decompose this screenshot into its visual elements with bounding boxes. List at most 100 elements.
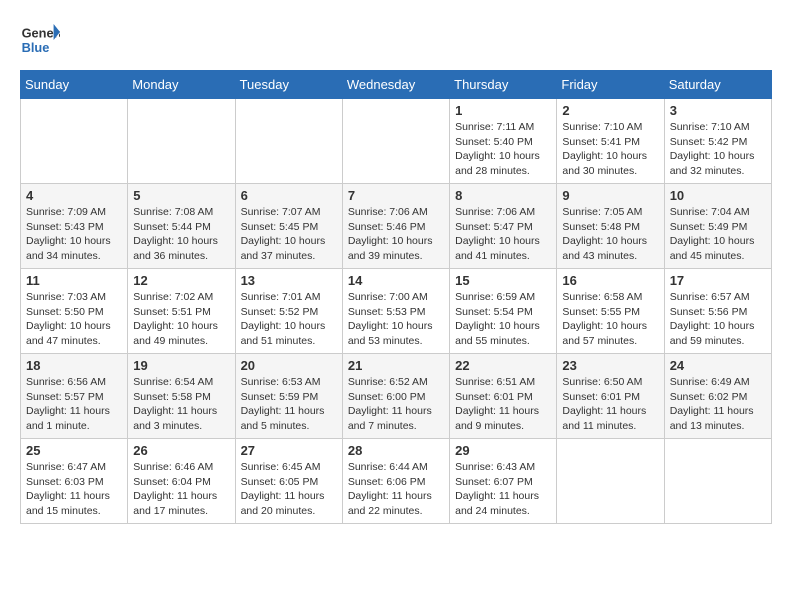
calendar-cell: 8 Sunrise: 7:06 AM Sunset: 5:47 PM Dayli… (450, 184, 557, 269)
day-info: Sunrise: 7:11 AM Sunset: 5:40 PM Dayligh… (455, 120, 551, 179)
day-number: 7 (348, 188, 444, 203)
calendar-cell: 5 Sunrise: 7:08 AM Sunset: 5:44 PM Dayli… (128, 184, 235, 269)
calendar-cell: 6 Sunrise: 7:07 AM Sunset: 5:45 PM Dayli… (235, 184, 342, 269)
calendar-cell: 7 Sunrise: 7:06 AM Sunset: 5:46 PM Dayli… (342, 184, 449, 269)
day-info: Sunrise: 6:44 AM Sunset: 6:06 PM Dayligh… (348, 460, 444, 519)
day-info: Sunrise: 6:57 AM Sunset: 5:56 PM Dayligh… (670, 290, 766, 349)
calendar-cell (128, 99, 235, 184)
day-number: 9 (562, 188, 658, 203)
calendar-week-row: 11 Sunrise: 7:03 AM Sunset: 5:50 PM Dayl… (21, 269, 772, 354)
calendar-week-row: 25 Sunrise: 6:47 AM Sunset: 6:03 PM Dayl… (21, 439, 772, 524)
weekday-header-monday: Monday (128, 71, 235, 99)
weekday-header-sunday: Sunday (21, 71, 128, 99)
day-info: Sunrise: 7:06 AM Sunset: 5:47 PM Dayligh… (455, 205, 551, 264)
calendar-cell: 2 Sunrise: 7:10 AM Sunset: 5:41 PM Dayli… (557, 99, 664, 184)
day-number: 25 (26, 443, 122, 458)
calendar-cell: 18 Sunrise: 6:56 AM Sunset: 5:57 PM Dayl… (21, 354, 128, 439)
calendar-cell: 9 Sunrise: 7:05 AM Sunset: 5:48 PM Dayli… (557, 184, 664, 269)
calendar-cell: 21 Sunrise: 6:52 AM Sunset: 6:00 PM Dayl… (342, 354, 449, 439)
day-number: 22 (455, 358, 551, 373)
calendar-cell: 13 Sunrise: 7:01 AM Sunset: 5:52 PM Dayl… (235, 269, 342, 354)
calendar-cell (235, 99, 342, 184)
calendar-cell: 10 Sunrise: 7:04 AM Sunset: 5:49 PM Dayl… (664, 184, 771, 269)
day-info: Sunrise: 7:05 AM Sunset: 5:48 PM Dayligh… (562, 205, 658, 264)
day-info: Sunrise: 7:10 AM Sunset: 5:42 PM Dayligh… (670, 120, 766, 179)
calendar-cell: 26 Sunrise: 6:46 AM Sunset: 6:04 PM Dayl… (128, 439, 235, 524)
calendar-week-row: 4 Sunrise: 7:09 AM Sunset: 5:43 PM Dayli… (21, 184, 772, 269)
calendar-cell: 27 Sunrise: 6:45 AM Sunset: 6:05 PM Dayl… (235, 439, 342, 524)
day-info: Sunrise: 6:45 AM Sunset: 6:05 PM Dayligh… (241, 460, 337, 519)
day-info: Sunrise: 6:49 AM Sunset: 6:02 PM Dayligh… (670, 375, 766, 434)
calendar-cell: 28 Sunrise: 6:44 AM Sunset: 6:06 PM Dayl… (342, 439, 449, 524)
day-number: 26 (133, 443, 229, 458)
header: General Blue (20, 20, 772, 60)
calendar-cell: 20 Sunrise: 6:53 AM Sunset: 5:59 PM Dayl… (235, 354, 342, 439)
day-info: Sunrise: 6:52 AM Sunset: 6:00 PM Dayligh… (348, 375, 444, 434)
day-number: 2 (562, 103, 658, 118)
weekday-header-wednesday: Wednesday (342, 71, 449, 99)
day-info: Sunrise: 7:03 AM Sunset: 5:50 PM Dayligh… (26, 290, 122, 349)
day-info: Sunrise: 7:02 AM Sunset: 5:51 PM Dayligh… (133, 290, 229, 349)
day-number: 19 (133, 358, 229, 373)
day-number: 8 (455, 188, 551, 203)
logo: General Blue (20, 20, 64, 60)
calendar-cell: 14 Sunrise: 7:00 AM Sunset: 5:53 PM Dayl… (342, 269, 449, 354)
calendar-cell: 3 Sunrise: 7:10 AM Sunset: 5:42 PM Dayli… (664, 99, 771, 184)
day-number: 18 (26, 358, 122, 373)
day-info: Sunrise: 6:56 AM Sunset: 5:57 PM Dayligh… (26, 375, 122, 434)
logo-icon: General Blue (20, 20, 60, 60)
day-number: 16 (562, 273, 658, 288)
calendar-table: SundayMondayTuesdayWednesdayThursdayFrid… (20, 70, 772, 524)
calendar-cell: 4 Sunrise: 7:09 AM Sunset: 5:43 PM Dayli… (21, 184, 128, 269)
calendar-cell: 17 Sunrise: 6:57 AM Sunset: 5:56 PM Dayl… (664, 269, 771, 354)
day-info: Sunrise: 7:08 AM Sunset: 5:44 PM Dayligh… (133, 205, 229, 264)
day-number: 1 (455, 103, 551, 118)
day-number: 21 (348, 358, 444, 373)
day-number: 15 (455, 273, 551, 288)
day-number: 28 (348, 443, 444, 458)
day-info: Sunrise: 6:51 AM Sunset: 6:01 PM Dayligh… (455, 375, 551, 434)
weekday-header-friday: Friday (557, 71, 664, 99)
calendar-cell (557, 439, 664, 524)
day-number: 17 (670, 273, 766, 288)
weekday-header-row: SundayMondayTuesdayWednesdayThursdayFrid… (21, 71, 772, 99)
calendar-cell: 19 Sunrise: 6:54 AM Sunset: 5:58 PM Dayl… (128, 354, 235, 439)
day-info: Sunrise: 7:01 AM Sunset: 5:52 PM Dayligh… (241, 290, 337, 349)
day-number: 29 (455, 443, 551, 458)
calendar-cell: 23 Sunrise: 6:50 AM Sunset: 6:01 PM Dayl… (557, 354, 664, 439)
day-info: Sunrise: 6:50 AM Sunset: 6:01 PM Dayligh… (562, 375, 658, 434)
day-number: 6 (241, 188, 337, 203)
day-info: Sunrise: 7:06 AM Sunset: 5:46 PM Dayligh… (348, 205, 444, 264)
calendar-cell: 15 Sunrise: 6:59 AM Sunset: 5:54 PM Dayl… (450, 269, 557, 354)
day-number: 10 (670, 188, 766, 203)
day-info: Sunrise: 6:59 AM Sunset: 5:54 PM Dayligh… (455, 290, 551, 349)
calendar-cell: 12 Sunrise: 7:02 AM Sunset: 5:51 PM Dayl… (128, 269, 235, 354)
calendar-cell: 16 Sunrise: 6:58 AM Sunset: 5:55 PM Dayl… (557, 269, 664, 354)
day-info: Sunrise: 7:04 AM Sunset: 5:49 PM Dayligh… (670, 205, 766, 264)
calendar-cell: 25 Sunrise: 6:47 AM Sunset: 6:03 PM Dayl… (21, 439, 128, 524)
day-number: 3 (670, 103, 766, 118)
calendar-cell: 24 Sunrise: 6:49 AM Sunset: 6:02 PM Dayl… (664, 354, 771, 439)
day-info: Sunrise: 6:53 AM Sunset: 5:59 PM Dayligh… (241, 375, 337, 434)
svg-text:Blue: Blue (22, 40, 50, 55)
calendar-cell: 11 Sunrise: 7:03 AM Sunset: 5:50 PM Dayl… (21, 269, 128, 354)
calendar-week-row: 1 Sunrise: 7:11 AM Sunset: 5:40 PM Dayli… (21, 99, 772, 184)
day-number: 11 (26, 273, 122, 288)
day-info: Sunrise: 6:43 AM Sunset: 6:07 PM Dayligh… (455, 460, 551, 519)
day-number: 24 (670, 358, 766, 373)
calendar-cell (21, 99, 128, 184)
calendar-cell (664, 439, 771, 524)
day-number: 5 (133, 188, 229, 203)
day-info: Sunrise: 7:00 AM Sunset: 5:53 PM Dayligh… (348, 290, 444, 349)
weekday-header-saturday: Saturday (664, 71, 771, 99)
weekday-header-thursday: Thursday (450, 71, 557, 99)
calendar-cell: 29 Sunrise: 6:43 AM Sunset: 6:07 PM Dayl… (450, 439, 557, 524)
day-info: Sunrise: 7:10 AM Sunset: 5:41 PM Dayligh… (562, 120, 658, 179)
calendar-cell (342, 99, 449, 184)
day-number: 20 (241, 358, 337, 373)
calendar-cell: 22 Sunrise: 6:51 AM Sunset: 6:01 PM Dayl… (450, 354, 557, 439)
day-number: 12 (133, 273, 229, 288)
day-info: Sunrise: 7:07 AM Sunset: 5:45 PM Dayligh… (241, 205, 337, 264)
day-number: 13 (241, 273, 337, 288)
calendar-week-row: 18 Sunrise: 6:56 AM Sunset: 5:57 PM Dayl… (21, 354, 772, 439)
